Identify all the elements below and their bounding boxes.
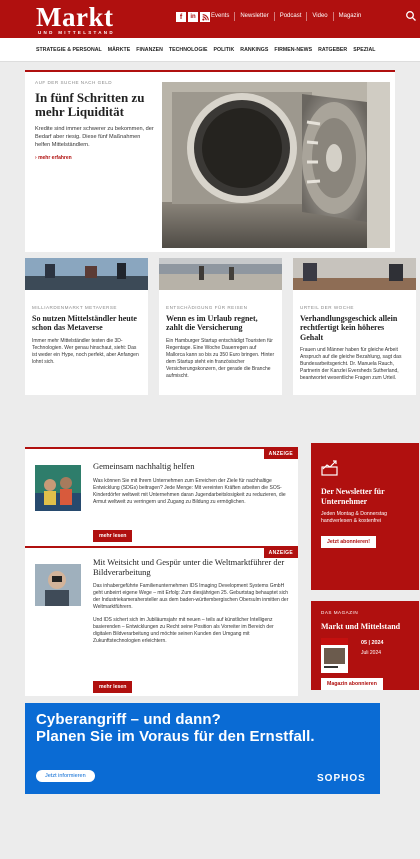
article-card[interactable]: URTEIL DER WOCHE Verhandlungsgeschick al…	[293, 258, 416, 395]
card-title[interactable]: Verhandlungsgeschick allein rechtfertigt…	[300, 314, 409, 342]
card-desc: Frauen und Männer haben für gleiche Arbe…	[300, 346, 402, 381]
magazine-title: Markt und Mittelstand	[321, 622, 401, 631]
newsletter-subscribe-button[interactable]: Jetzt abonnieren!	[321, 536, 376, 548]
newsletter-title: Der Newsletter für Unternehmer	[321, 487, 385, 506]
magazine-subscribe-button[interactable]: Magazin abonnieren	[321, 678, 383, 690]
nav-item-finanzen[interactable]: FINANZEN	[136, 47, 163, 53]
nav-item-ratgeber[interactable]: RATGEBER	[318, 47, 347, 53]
magazine-box: DAS MAGAZIN Markt und Mittelstand 05 | 2…	[311, 601, 419, 690]
vault-door-image[interactable]	[162, 82, 390, 248]
card-kicker: ENTSCHÄDIGUNG FÜR REISEN	[166, 305, 248, 310]
chevron-right-icon: ›	[35, 155, 37, 161]
feature-title[interactable]: In fünf Schritten zu mehr Liquidität	[35, 91, 157, 119]
card-kicker: MILLIARDENMARKT METAVERSE	[32, 305, 117, 310]
feature-more-label: mehr erfahren	[38, 155, 72, 161]
banner-cta-button[interactable]: Jetzt informieren	[36, 770, 95, 782]
sponsored-article[interactable]: ANZEIGE Mit Weitsicht und Gespür unter d…	[25, 546, 298, 696]
ad-read-more-button[interactable]: mehr lesen	[93, 681, 133, 693]
article-card[interactable]: MILLIARDENMARKT METAVERSE So nutzen Mitt…	[25, 258, 148, 395]
nav-item-technologie[interactable]: TECHNOLOGIE	[169, 47, 208, 53]
magazine-label: DAS MAGAZIN	[321, 610, 359, 615]
card-title[interactable]: Wenn es im Urlaub regnet, zahlt die Vers…	[166, 314, 275, 333]
top-link-events[interactable]: Events	[206, 12, 234, 21]
logo-wordmark: Markt	[36, 2, 114, 32]
facebook-icon[interactable]: f	[176, 12, 186, 22]
newsletter-box: Der Newsletter für Unternehmer Jeden Mon…	[311, 443, 419, 590]
nav-item-strategie[interactable]: STRATEGIE & PERSONAL	[36, 47, 102, 53]
sponsored-article[interactable]: ANZEIGE Gemeinsam nachhaltig helfen Was …	[25, 447, 298, 546]
feature-desc: Kredite sind immer schwerer zu bekommen,…	[35, 126, 154, 148]
logo-tagline: UND MITTELSTAND	[38, 30, 115, 35]
site-logo[interactable]: Markt UND MITTELSTAND	[36, 2, 115, 36]
feature-article[interactable]: AUF DER SUCHE NACH GELD In fünf Schritte…	[25, 70, 395, 252]
card-desc: Immer mehr Mittelständler testen die 3D-…	[32, 337, 139, 365]
linkedin-icon[interactable]: in	[188, 12, 198, 22]
top-link-podcast[interactable]: Podcast	[273, 12, 307, 21]
search-icon[interactable]	[405, 10, 417, 22]
main-nav: STRATEGIE & PERSONAL MÄRKTE FINANZEN TEC…	[0, 38, 420, 62]
ad-desc-2: Und IDS sichert sich im Jubiläumsjahr mi…	[93, 617, 274, 644]
camera-person-image[interactable]	[35, 564, 81, 606]
metaverse-image[interactable]	[25, 258, 148, 290]
airport-image[interactable]	[159, 258, 282, 290]
ad-title[interactable]: Gemeinsam nachhaltig helfen	[93, 461, 289, 472]
top-links: Events Newsletter Podcast Video Magazin	[206, 12, 366, 21]
sos-children-image[interactable]	[35, 465, 81, 511]
banner-line-1: Cyberangriff – und dann?	[36, 711, 221, 728]
card-desc: Ein Hamburger Startup entschädigt Touris…	[166, 337, 275, 379]
nav-item-firmen-news[interactable]: FIRMEN-NEWS	[274, 47, 312, 53]
card-kicker: URTEIL DER WOCHE	[300, 305, 354, 310]
nav-item-maerkte[interactable]: MÄRKTE	[108, 47, 131, 53]
top-link-magazin[interactable]: Magazin	[332, 12, 367, 21]
ad-desc: Das inhabergeführte Familienunternehmen …	[93, 583, 289, 610]
banner-headline: Cyberangriff – und dann? Planen Sie im V…	[36, 711, 315, 745]
top-link-video[interactable]: Video	[306, 12, 332, 21]
magazine-date: Juli 2024	[361, 650, 382, 656]
ad-title[interactable]: Mit Weitsicht und Gespür unter die Weltm…	[93, 557, 289, 577]
nav-item-spezial[interactable]: SPEZIAL	[353, 47, 375, 53]
magazine-cover-image[interactable]	[321, 638, 348, 673]
top-link-newsletter[interactable]: Newsletter	[234, 12, 273, 21]
newsletter-chart-icon	[321, 460, 338, 476]
sophos-banner-ad[interactable]: Cyberangriff – und dann? Planen Sie im V…	[25, 703, 380, 794]
social-links: f in	[176, 12, 210, 22]
magazine-issue: 05 | 2024	[361, 640, 384, 646]
ad-badge: ANZEIGE	[263, 449, 298, 459]
banner-line-2: Planen Sie im Voraus für den Ernstfall.	[36, 728, 315, 745]
nav-item-politik[interactable]: POLITIK	[213, 47, 234, 53]
card-title[interactable]: So nutzen Mittelständler heute schon das…	[32, 314, 141, 333]
ad-read-more-button[interactable]: mehr lesen	[93, 530, 133, 542]
sophos-logo: SOPHOS	[317, 773, 366, 784]
negotiation-image[interactable]	[293, 258, 416, 290]
feature-kicker: AUF DER SUCHE NACH GELD	[35, 80, 113, 85]
feature-more-link[interactable]: › mehr erfahren	[35, 155, 157, 161]
ad-desc: Was können Sie mit Ihrem Unternehmen zum…	[93, 477, 286, 505]
article-card[interactable]: ENTSCHÄDIGUNG FÜR REISEN Wenn es im Urla…	[159, 258, 282, 395]
nav-item-rankings[interactable]: RANKINGS	[240, 47, 268, 53]
newsletter-desc: Jeden Montag & Donnerstag handverlesen &…	[321, 511, 388, 524]
